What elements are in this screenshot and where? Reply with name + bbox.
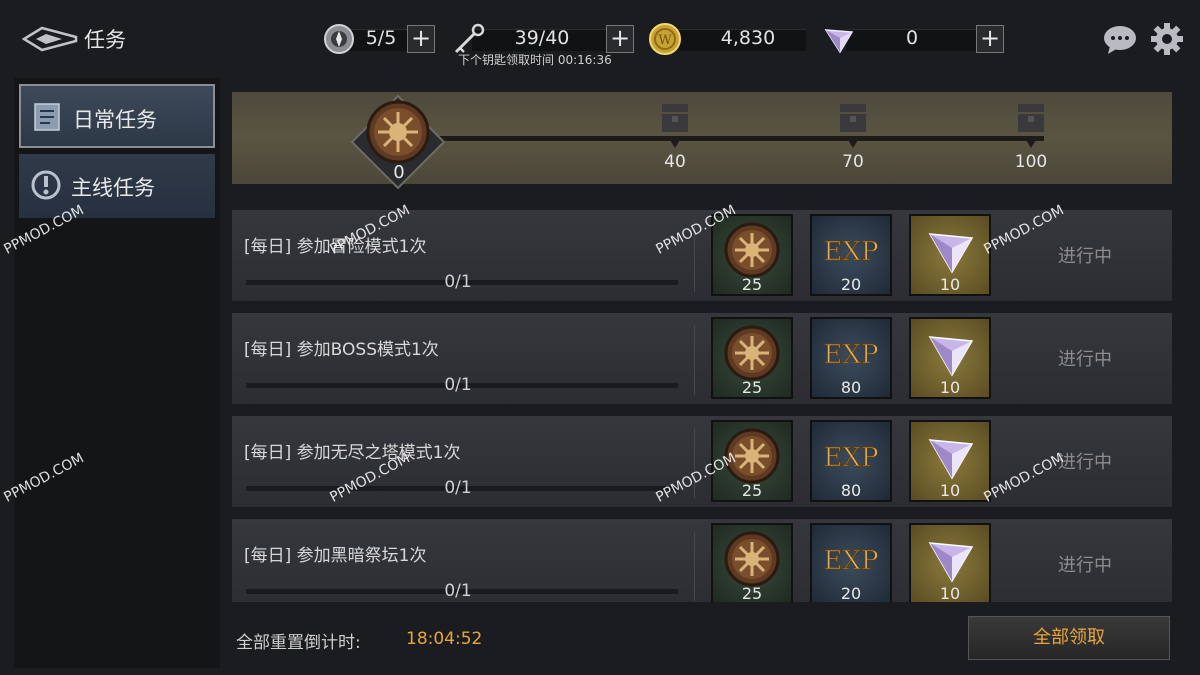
diamond-icon [928,336,974,377]
tab-main-label: 主线任务 [71,176,155,200]
gems-resource: 0 + [822,22,1006,54]
progress-track [422,136,1044,141]
reset-countdown-label: 全部重置倒计时: [236,633,361,653]
milestone-label: 40 [664,152,686,172]
quest-name: [每日] 参加黑暗祭坛1次 [244,546,427,566]
quest-status[interactable]: 进行中 [1040,242,1130,268]
reward-gem[interactable]: 10 [909,214,991,296]
chest-icon[interactable] [1014,100,1048,136]
quest-row: [每日] 参加BOSS模式1次 0/1 25 EXP 80 10 进行中 [232,313,1172,405]
chest-icon[interactable] [836,100,870,136]
reward-qty: 10 [939,378,961,397]
reward-activity[interactable]: 25 [711,317,793,399]
gear-icon[interactable] [1150,22,1184,56]
key-refill-timer: 下个钥匙领取时间 00:16:36 [458,53,612,67]
add-gems-button[interactable]: + [976,25,1004,53]
quest-name: [每日] 参加BOSS模式1次 [244,340,439,360]
chest-icon[interactable] [658,100,692,136]
diamond-icon [928,439,974,480]
quest-progress-text: 0/1 [444,581,472,601]
milestone-label: 100 [1014,152,1048,172]
activity-medal-icon [724,325,780,381]
reward-qty: 10 [939,481,961,500]
reward-qty: 10 [939,584,961,602]
reward-qty: 10 [939,275,961,294]
reset-countdown-time: 18:04:52 [406,629,483,649]
quest-name: [每日] 参加无尽之塔模式1次 [244,443,461,463]
quest-panel: 0 40 70 100 [每日] 参加冒险模式1次 0/1 25 EXP 20 … [222,78,1192,668]
keys-resource: 39/40 + [452,22,636,54]
reward-qty: 20 [840,584,862,602]
gold-resource: W 4,830 [648,22,808,55]
stamina-value: 5/5 [365,27,397,49]
top-bar: 任务 5/5 + 39/40 + 下个钥匙领取时间 00:16:36 W 4,8… [0,0,1200,78]
exp-icon: EXP [823,340,879,371]
exclamation-icon [31,170,61,200]
gold-coin-icon: W [649,23,681,55]
tab-daily-label: 日常任务 [73,108,157,132]
chat-icon[interactable] [1102,24,1138,54]
milestone-label: 70 [842,152,864,172]
svg-text:EXP: EXP [824,237,879,267]
diamond-icon [928,542,974,583]
reward-qty: 80 [840,481,862,500]
svg-text:W: W [658,33,672,48]
gems-value: 0 [905,27,919,49]
svg-text:EXP: EXP [824,340,879,370]
keys-value: 39/40 [514,27,570,49]
reward-qty: 25 [741,481,763,500]
back-arrow-icon[interactable] [22,24,78,54]
diamond-icon [928,233,974,274]
quest-row: [每日] 参加无尽之塔模式1次 0/1 25 EXP 80 10 进行中 [232,416,1172,508]
reward-exp[interactable]: EXP 20 [810,523,892,602]
quest-progress-text: 0/1 [444,478,472,498]
reward-qty: 80 [840,378,862,397]
reward-exp[interactable]: EXP 80 [810,420,892,502]
reward-qty: 20 [840,275,862,294]
quest-progress-text: 0/1 [444,272,472,292]
tab-main-quests[interactable]: 主线任务 [19,154,215,218]
activity-medal-icon [724,531,780,587]
reward-gem[interactable]: 10 [909,420,991,502]
reward-gem[interactable]: 10 [909,317,991,399]
stamina-resource: 5/5 + [322,22,438,54]
exp-icon: EXP [823,443,879,474]
quest-list[interactable]: [每日] 参加冒险模式1次 0/1 25 EXP 20 10 进行中 [每日] … [232,206,1172,602]
diamond-icon [824,29,854,54]
reward-activity[interactable]: 25 [711,523,793,602]
reward-gem[interactable]: 10 [909,523,991,602]
quest-row: [每日] 参加黑暗祭坛1次 0/1 25 EXP 20 10 进行中 [232,519,1172,602]
reward-exp[interactable]: EXP 80 [810,317,892,399]
compass-icon [324,24,354,54]
page-title: 任务 [84,28,126,52]
activity-progress-bar: 0 40 70 100 [232,92,1172,190]
quest-status[interactable]: 进行中 [1040,551,1130,577]
reward-qty: 25 [741,275,763,294]
activity-points: 0 [393,162,405,183]
svg-text:EXP: EXP [824,546,879,576]
activity-medal-icon [724,222,780,278]
svg-text:EXP: EXP [824,443,879,473]
scroll-icon [34,103,60,131]
tab-daily-quests[interactable]: 日常任务 [19,84,215,148]
quest-progress-text: 0/1 [444,375,472,395]
claim-all-button[interactable]: 全部领取 [968,616,1170,660]
reward-qty: 25 [741,584,763,602]
sidebar: 日常任务 主线任务 [14,78,220,668]
add-keys-button[interactable]: + [606,25,634,53]
reward-activity[interactable]: 25 [711,214,793,296]
quest-status[interactable]: 进行中 [1040,345,1130,371]
reward-qty: 25 [741,378,763,397]
gold-value: 4,830 [720,27,776,49]
exp-icon: EXP [823,237,879,268]
exp-icon: EXP [823,546,879,577]
add-stamina-button[interactable]: + [407,25,435,53]
reward-exp[interactable]: EXP 20 [810,214,892,296]
